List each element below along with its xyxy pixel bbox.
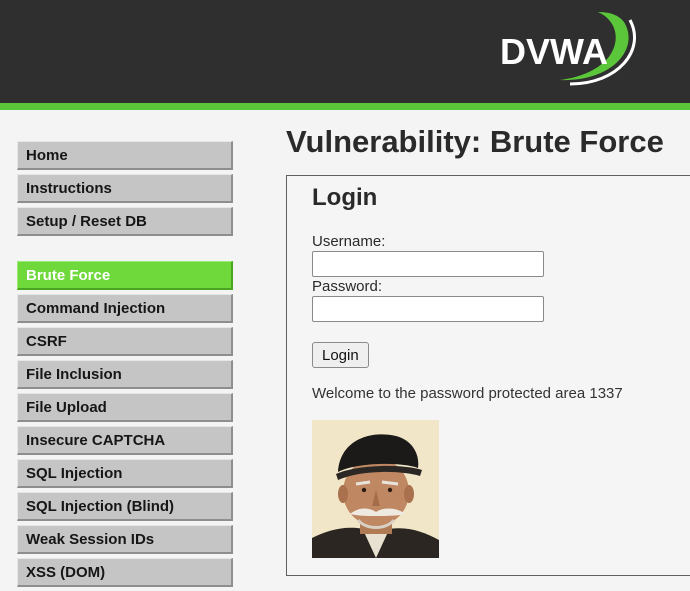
sidebar-menu: Home Instructions Setup / Reset DB Brute Fo…: [17, 141, 233, 591]
page-title: Vulnerability: Brute Force: [286, 124, 664, 159]
username-label: Username:: [312, 233, 386, 250]
sidebar-item-file-upload[interactable]: File Upload: [17, 393, 233, 422]
header: DVWA: [0, 0, 690, 110]
sidebar-item-brute-force[interactable]: Brute Force: [17, 261, 233, 290]
sidebar-item-csrf[interactable]: CSRF: [17, 327, 233, 356]
sidebar-item-file-inclusion[interactable]: File Inclusion: [17, 360, 233, 389]
sidebar-item-sql-injection[interactable]: SQL Injection: [17, 459, 233, 488]
sidebar-item-instructions[interactable]: Instructions: [17, 174, 233, 203]
menu-group-spacer: [17, 240, 233, 261]
sidebar-item-insecure-captcha[interactable]: Insecure CAPTCHA: [17, 426, 233, 455]
welcome-message: Welcome to the password protected area 1…: [312, 385, 623, 402]
login-button[interactable]: Login: [312, 342, 369, 368]
sidebar-item-sql-injection-blind[interactable]: SQL Injection (Blind): [17, 492, 233, 521]
sidebar-item-command-injection[interactable]: Command Injection: [17, 294, 233, 323]
sidebar-item-weak-session-ids[interactable]: Weak Session IDs: [17, 525, 233, 554]
sidebar-item-xss-dom[interactable]: XSS (DOM): [17, 558, 233, 587]
password-input[interactable]: [312, 296, 544, 322]
user-photo-icon: [312, 420, 439, 558]
login-panel: Login Username: Password: Login Welcome …: [286, 175, 690, 576]
logo-text: DVWA: [500, 31, 608, 72]
sidebar-item-home[interactable]: Home: [17, 141, 233, 170]
sidebar-item-setup-reset-db[interactable]: Setup / Reset DB: [17, 207, 233, 236]
login-heading: Login: [312, 184, 378, 211]
username-input[interactable]: [312, 251, 544, 277]
dvwa-logo[interactable]: DVWA: [498, 10, 638, 88]
password-label: Password:: [312, 278, 383, 295]
